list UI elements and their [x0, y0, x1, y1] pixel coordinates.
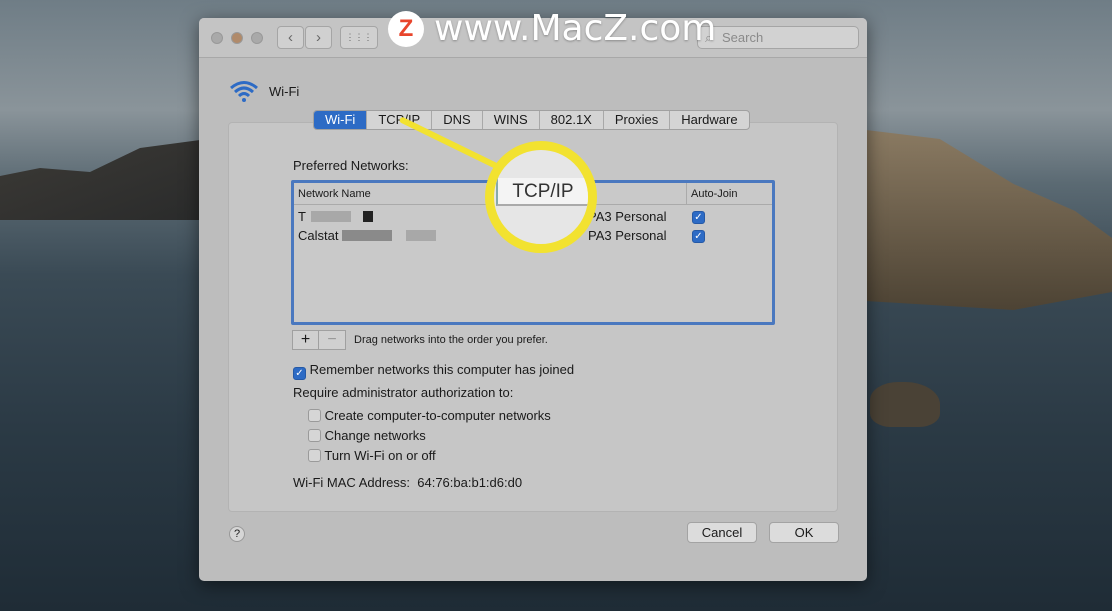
help-button[interactable]: ? [229, 526, 245, 542]
watermark-logo: Z [388, 10, 424, 47]
watermark-text: www.MacZ.com [434, 8, 717, 49]
network-name: Calstat [298, 228, 339, 243]
change-networks-checkbox[interactable] [308, 429, 321, 442]
close-button[interactable] [211, 32, 223, 44]
redacted-text [405, 230, 436, 241]
network-security: PA3 Personal [588, 228, 667, 243]
column-auto-join[interactable]: Auto-Join [686, 183, 737, 205]
network-window: ‹ › ⋮⋮⋮ ⌕ Search Wi-Fi Wi-Fi TCP/IP DNS … [199, 18, 867, 581]
search-input[interactable]: ⌕ Search [697, 26, 859, 49]
forward-button[interactable]: › [305, 26, 332, 49]
add-network-button[interactable]: + [293, 331, 319, 349]
create-networks-checkbox[interactable] [308, 409, 321, 422]
tab-8021x[interactable]: 802.1X [540, 111, 604, 129]
mac-address-label: Wi-Fi MAC Address: [293, 475, 411, 490]
remember-networks-option[interactable]: ✓ Remember networks this computer has jo… [293, 362, 574, 380]
redacted-text [311, 211, 352, 222]
tab-dns[interactable]: DNS [432, 111, 483, 129]
background-landscape-right [866, 130, 1112, 310]
column-network-name[interactable]: Network Name [298, 183, 371, 205]
turn-wifi-option[interactable]: Turn Wi-Fi on or off [308, 448, 436, 463]
zoom-button[interactable] [251, 32, 263, 44]
cancel-button[interactable]: Cancel [687, 522, 757, 543]
create-networks-label: Create computer-to-computer networks [324, 408, 551, 423]
turn-wifi-checkbox[interactable] [308, 449, 321, 462]
create-networks-option[interactable]: Create computer-to-computer networks [308, 408, 551, 423]
mac-address: Wi-Fi MAC Address: 64:76:ba:b1:d6:d0 [293, 475, 522, 490]
network-name: T [298, 209, 306, 224]
search-placeholder: Search [722, 30, 764, 45]
callout-text: TCP/IP [496, 178, 588, 206]
remember-networks-label: Remember networks this computer has join… [309, 362, 575, 377]
drag-hint: Drag networks into the order you prefer. [354, 334, 548, 346]
show-all-button[interactable]: ⋮⋮⋮ [340, 26, 378, 49]
redacted-text [362, 211, 373, 222]
callout-magnifier: TCP/IP [485, 141, 597, 253]
service-title: Wi-Fi [269, 83, 300, 99]
tab-bar: Wi-Fi TCP/IP DNS WINS 802.1X Proxies Har… [313, 110, 750, 130]
change-networks-label: Change networks [324, 428, 426, 443]
tab-wifi[interactable]: Wi-Fi [314, 111, 368, 129]
list-controls: + − [292, 330, 346, 350]
redacted-text [342, 230, 393, 241]
auto-join-checkbox[interactable]: ✓ [692, 230, 705, 243]
mac-address-value: 64:76:ba:b1:d6:d0 [417, 475, 523, 490]
change-networks-option[interactable]: Change networks [308, 428, 426, 443]
tab-proxies[interactable]: Proxies [604, 111, 671, 129]
remember-networks-checkbox[interactable]: ✓ [293, 367, 306, 380]
network-security: PA3 Personal [588, 209, 667, 224]
preferred-networks-label: Preferred Networks: [293, 158, 409, 173]
tab-wins[interactable]: WINS [483, 111, 540, 129]
watermark: Z www.MacZ.com [388, 8, 716, 49]
wifi-icon [230, 81, 258, 102]
tab-hardware[interactable]: Hardware [670, 111, 748, 129]
auto-join-checkbox[interactable]: ✓ [692, 211, 705, 224]
ok-button[interactable]: OK [769, 522, 839, 543]
background-landscape-left [0, 140, 200, 220]
minimize-button[interactable] [231, 32, 243, 44]
background-rock [870, 382, 940, 427]
require-admin-label: Require administrator authorization to: [293, 385, 514, 400]
service-header: Wi-Fi [229, 80, 299, 102]
back-button[interactable]: ‹ [277, 26, 304, 49]
turn-wifi-label: Turn Wi-Fi on or off [324, 448, 436, 463]
remove-network-button[interactable]: − [319, 331, 345, 349]
